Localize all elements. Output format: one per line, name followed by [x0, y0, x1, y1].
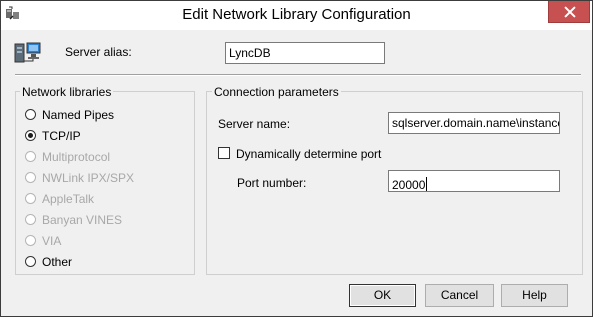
- server-alias-input[interactable]: LyncDB: [225, 42, 385, 64]
- radio-selected-dot: [28, 133, 33, 138]
- radio-circle: [25, 235, 36, 246]
- cancel-button[interactable]: Cancel: [425, 284, 494, 307]
- radio-label: Multiprotocol: [42, 150, 111, 164]
- server-name-label: Server name:: [218, 117, 291, 131]
- connection-parameters-title: Connection parameters: [212, 85, 341, 99]
- separator: [15, 74, 581, 76]
- port-number-value: 20000: [392, 178, 426, 192]
- radio-circle: [25, 193, 36, 204]
- title-bar: Edit Network Library Configuration: [1, 1, 592, 30]
- network-libraries-title: Network libraries: [20, 85, 114, 99]
- port-number-label: Port number:: [237, 176, 307, 190]
- radio-circle: [25, 109, 36, 120]
- radio-label: Banyan VINES: [42, 213, 123, 227]
- radio-label: AppleTalk: [42, 192, 95, 206]
- server-name-input[interactable]: sqlserver.domain.name\instance: [388, 112, 560, 134]
- dynamic-port-checkbox[interactable]: [218, 147, 230, 159]
- dynamic-port-label: Dynamically determine port: [236, 147, 382, 161]
- radio-label: VIA: [42, 234, 62, 248]
- server-network-icon: [14, 42, 41, 63]
- server-alias-label: Server alias:: [65, 45, 132, 59]
- ok-button[interactable]: OK: [349, 284, 416, 307]
- radio-label: TCP/IP: [42, 129, 81, 143]
- port-number-input[interactable]: 20000: [388, 170, 560, 192]
- close-button[interactable]: [548, 1, 590, 23]
- window-title: Edit Network Library Configuration: [182, 6, 411, 23]
- radio-circle: [25, 151, 36, 162]
- help-button[interactable]: Help: [501, 284, 568, 307]
- radio-circle: [25, 214, 36, 225]
- radio-circle: [25, 256, 36, 267]
- radio-circle: [25, 172, 36, 183]
- radio-circle: [25, 130, 36, 141]
- radio-label: NWLink IPX/SPX: [42, 171, 135, 185]
- radio-label: Named Pipes: [42, 108, 115, 122]
- dialog-window: Edit Network Library Configuration Serve…: [0, 0, 593, 317]
- radio-label: Other: [42, 255, 73, 269]
- text-caret: [426, 177, 428, 191]
